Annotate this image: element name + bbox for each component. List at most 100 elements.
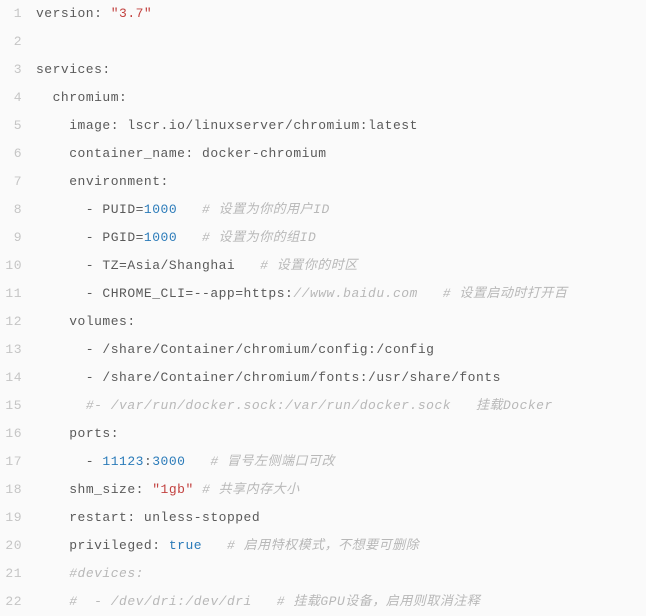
code-line: 21 #devices:	[0, 560, 646, 588]
code-content: container_name: docker-chromium	[36, 140, 646, 168]
line-number: 17	[0, 448, 36, 476]
token-comment: # 冒号左侧端口可改	[210, 454, 335, 469]
code-line: 13 - /share/Container/chromium/config:/c…	[0, 336, 646, 364]
line-number: 7	[0, 168, 36, 196]
code-content: environment:	[36, 168, 646, 196]
code-line: 14 - /share/Container/chromium/fonts:/us…	[0, 364, 646, 392]
token-key: restart: unless-stopped	[69, 510, 260, 525]
line-number: 22	[0, 588, 36, 616]
line-number: 12	[0, 308, 36, 336]
token-num: 1000	[144, 230, 177, 245]
code-line: 18 shm_size: "1gb" # 共享内存大小	[0, 476, 646, 504]
token-key: privileged:	[69, 538, 169, 553]
token-comment: #- /var/run/docker.sock:/var/run/docker.…	[86, 398, 553, 413]
token-plain	[177, 230, 202, 245]
code-content: volumes:	[36, 308, 646, 336]
token-num: 3000	[152, 454, 185, 469]
token-comment: # 启用特权模式，不想要可删除	[227, 538, 419, 553]
code-line: 3services:	[0, 56, 646, 84]
token-plain	[36, 594, 69, 609]
code-content: - PGID=1000 # 设置为你的组ID	[36, 224, 646, 252]
token-str: "1gb"	[152, 482, 194, 497]
token-comment: # - /dev/dri:/dev/dri # 挂载GPU设备，启用则取消注释	[69, 594, 480, 609]
line-number: 4	[0, 84, 36, 112]
token-bool: true	[169, 538, 202, 553]
line-number: 20	[0, 532, 36, 560]
token-key: environment:	[69, 174, 169, 189]
token-comment: #devices:	[69, 566, 144, 581]
token-plain	[36, 426, 69, 441]
token-comment: # 设置为你的组ID	[202, 230, 316, 245]
line-number: 21	[0, 560, 36, 588]
code-line: 22 # - /dev/dri:/dev/dri # 挂载GPU设备，启用则取消…	[0, 588, 646, 616]
token-comment: # 设置你的时区	[260, 258, 358, 273]
code-line: 6 container_name: docker-chromium	[0, 140, 646, 168]
code-line: 19 restart: unless-stopped	[0, 504, 646, 532]
token-plain	[36, 146, 69, 161]
token-plain	[36, 482, 69, 497]
code-line: 11 - CHROME_CLI=--app=https://www.baidu.…	[0, 280, 646, 308]
line-number: 18	[0, 476, 36, 504]
code-line: 2	[0, 28, 646, 56]
token-plain	[36, 118, 69, 133]
code-content: # - /dev/dri:/dev/dri # 挂载GPU设备，启用则取消注释	[36, 588, 646, 616]
token-plain: - PUID=	[36, 202, 144, 217]
code-content: - TZ=Asia/Shanghai # 设置你的时区	[36, 252, 646, 280]
token-comment: # 设置为你的用户ID	[202, 202, 330, 217]
token-plain: -	[36, 454, 102, 469]
code-content	[36, 28, 646, 56]
token-key: version:	[36, 6, 111, 21]
token-plain: - PGID=	[36, 230, 144, 245]
token-plain	[36, 314, 69, 329]
line-number: 19	[0, 504, 36, 532]
token-key: shm_size:	[69, 482, 152, 497]
line-number: 13	[0, 336, 36, 364]
token-plain	[194, 482, 202, 497]
line-number: 2	[0, 28, 36, 56]
token-plain	[36, 174, 69, 189]
token-plain	[36, 90, 53, 105]
code-content: version: "3.7"	[36, 0, 646, 28]
line-number: 6	[0, 140, 36, 168]
code-line: 4 chromium:	[0, 84, 646, 112]
code-content: - 11123:3000 # 冒号左侧端口可改	[36, 448, 646, 476]
code-line: 12 volumes:	[0, 308, 646, 336]
line-number: 15	[0, 392, 36, 420]
code-content: - /share/Container/chromium/fonts:/usr/s…	[36, 364, 646, 392]
token-plain: - /share/Container/chromium/fonts:/usr/s…	[36, 370, 501, 385]
code-content: ports:	[36, 420, 646, 448]
code-line: 7 environment:	[0, 168, 646, 196]
token-plain	[36, 398, 86, 413]
token-key: chromium:	[53, 90, 128, 105]
code-line: 10 - TZ=Asia/Shanghai # 设置你的时区	[0, 252, 646, 280]
code-content: - /share/Container/chromium/config:/conf…	[36, 336, 646, 364]
line-number: 5	[0, 112, 36, 140]
code-line: 20 privileged: true # 启用特权模式，不想要可删除	[0, 532, 646, 560]
token-plain: - CHROME_CLI=--app=https:	[36, 286, 293, 301]
code-content: restart: unless-stopped	[36, 504, 646, 532]
token-plain: - TZ=Asia/Shanghai	[36, 258, 260, 273]
code-content: services:	[36, 56, 646, 84]
line-number: 9	[0, 224, 36, 252]
code-line: 9 - PGID=1000 # 设置为你的组ID	[0, 224, 646, 252]
code-content: shm_size: "1gb" # 共享内存大小	[36, 476, 646, 504]
token-comment: # 共享内存大小	[202, 482, 300, 497]
code-line: 15 #- /var/run/docker.sock:/var/run/dock…	[0, 392, 646, 420]
code-line: 5 image: lscr.io/linuxserver/chromium:la…	[0, 112, 646, 140]
token-key: volumes:	[69, 314, 135, 329]
line-number: 8	[0, 196, 36, 224]
code-line: 16 ports:	[0, 420, 646, 448]
token-key: services:	[36, 62, 111, 77]
code-content: image: lscr.io/linuxserver/chromium:late…	[36, 112, 646, 140]
token-plain	[36, 566, 69, 581]
token-plain	[202, 538, 227, 553]
code-editor: 1version: "3.7"23services:4 chromium:5 i…	[0, 0, 646, 616]
code-line: 8 - PUID=1000 # 设置为你的用户ID	[0, 196, 646, 224]
line-number: 10	[0, 252, 36, 280]
code-content: - CHROME_CLI=--app=https://www.baidu.com…	[36, 280, 646, 308]
token-str: "3.7"	[111, 6, 153, 21]
token-num: 1000	[144, 202, 177, 217]
code-content: chromium:	[36, 84, 646, 112]
line-number: 3	[0, 56, 36, 84]
code-line: 17 - 11123:3000 # 冒号左侧端口可改	[0, 448, 646, 476]
